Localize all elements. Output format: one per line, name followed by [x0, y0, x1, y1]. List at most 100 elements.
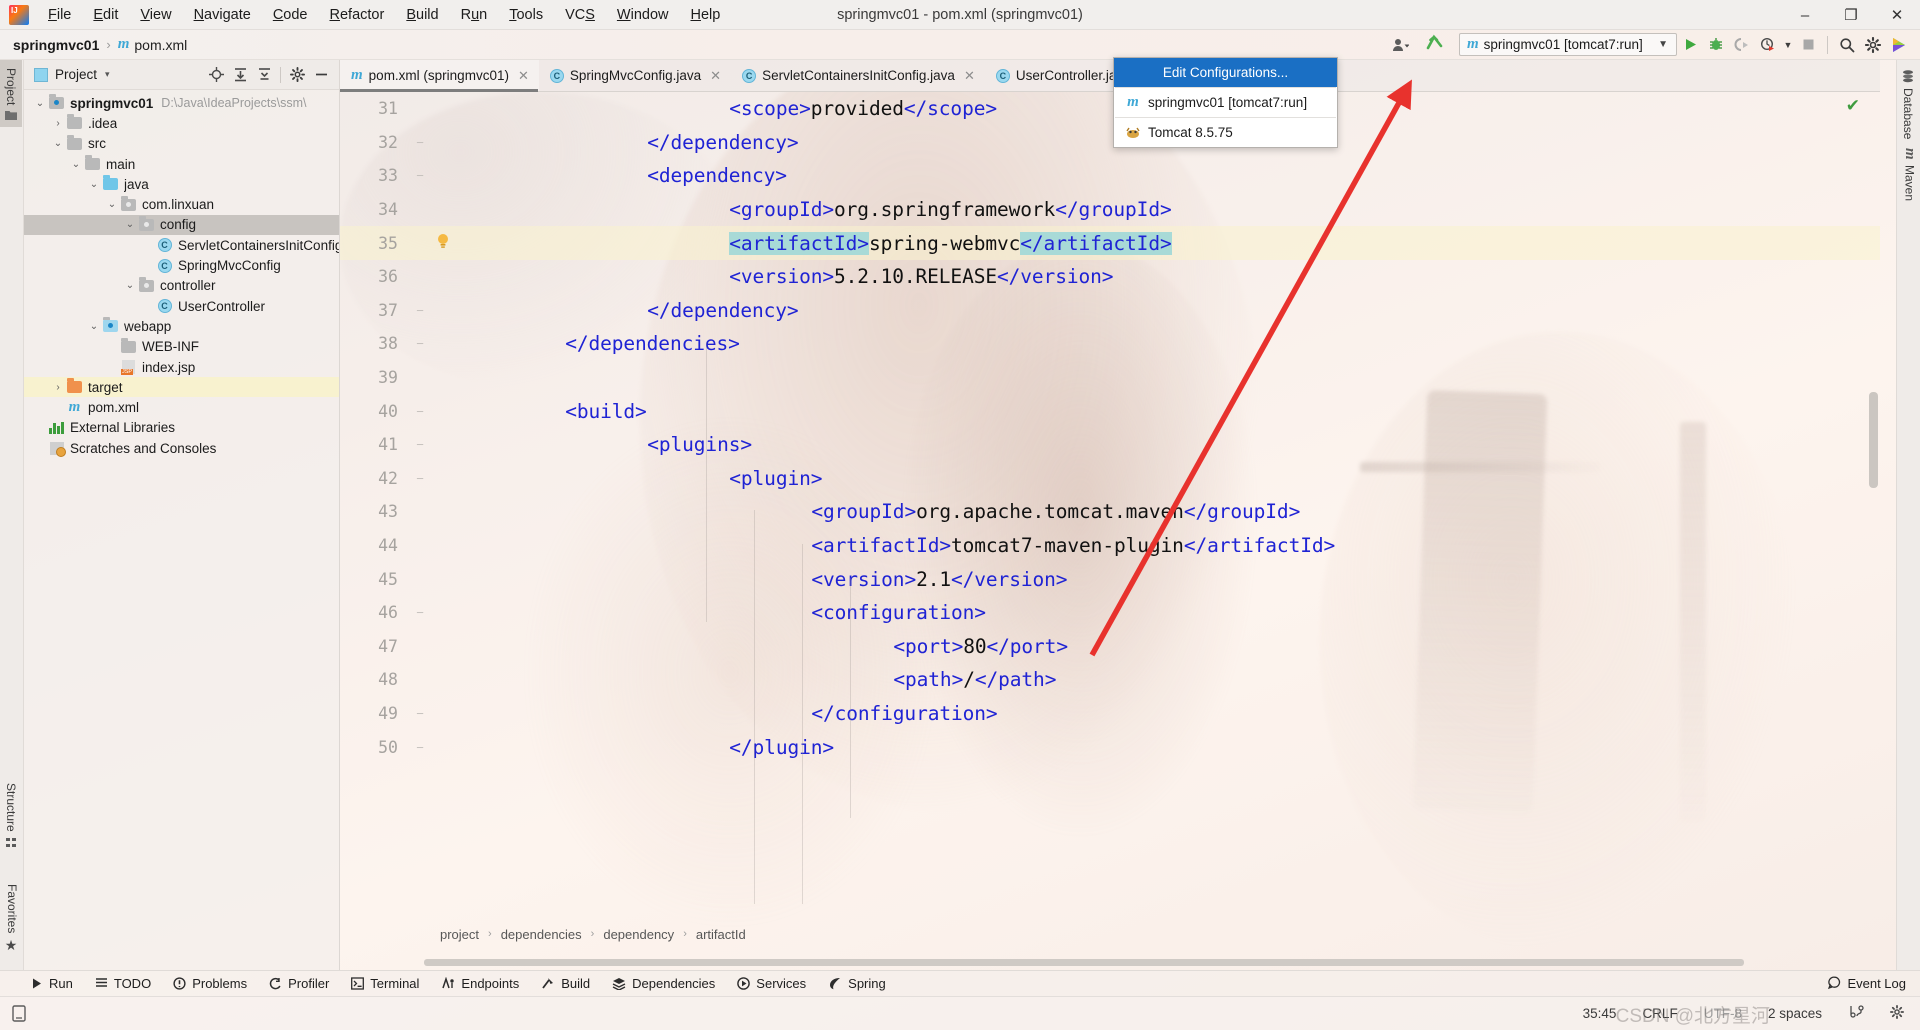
people-icon[interactable] — [1392, 37, 1409, 52]
editor-tab-pom-xml-springmvc01[interactable]: m pom.xml (springmvc01) ✕ — [340, 60, 539, 92]
code-fold-icon[interactable]: − — [412, 168, 428, 183]
code-line[interactable]: 34 <groupId>org.springframework</groupId> — [340, 193, 1880, 227]
code-fold-icon[interactable]: − — [412, 471, 428, 486]
code-line[interactable]: 41− <plugins> — [340, 428, 1880, 462]
chevron-down-icon[interactable]: ⌄ — [86, 179, 102, 190]
sidebar-item-structure[interactable]: Structure — [0, 777, 22, 854]
breadcrumb-item-dependency[interactable]: dependency — [603, 927, 674, 942]
tree-node-external-libraries[interactable]: External Libraries — [24, 418, 339, 438]
code-line[interactable]: 37− </dependency> — [340, 294, 1880, 328]
menu-vcs[interactable]: VCS — [554, 4, 606, 26]
code-fold-icon[interactable]: − — [412, 303, 428, 318]
menu-run[interactable]: Run — [450, 4, 499, 26]
bottom-tab-spring[interactable]: Spring — [828, 976, 886, 991]
code-line[interactable]: 32− </dependency> — [340, 126, 1880, 160]
editor-horizontal-scrollbar[interactable] — [424, 959, 1744, 966]
bottom-tab-problems[interactable]: Problems — [173, 976, 247, 991]
chevron-down-icon[interactable]: ⌄ — [122, 219, 138, 230]
caret-position[interactable]: 35:45 — [1583, 1006, 1617, 1021]
stop-icon[interactable] — [1795, 32, 1821, 58]
run-configuration-selector[interactable]: m springmvc01 [tomcat7:run] ▼ — [1459, 33, 1677, 56]
tree-node--idea[interactable]: › .idea — [24, 113, 339, 133]
code-line[interactable]: 31 <scope>provided</scope> — [340, 92, 1880, 126]
code-fold-icon[interactable]: − — [412, 740, 428, 755]
editor-breadcrumb[interactable]: project › dependencies › dependency › artifact… — [340, 922, 1880, 946]
editor-marker-strip[interactable] — [1866, 92, 1880, 904]
tree-node-controller[interactable]: ⌄ controller — [24, 276, 339, 296]
breadcrumb-item-artifactId[interactable]: artifactId — [696, 927, 746, 942]
minimize-button[interactable]: – — [1782, 0, 1828, 30]
menu-window[interactable]: Window — [606, 4, 680, 26]
tree-node-usercontroller[interactable]: C UserController — [24, 296, 339, 316]
chevron-down-icon[interactable]: ⌄ — [122, 280, 138, 291]
code-line[interactable]: 36 <version>5.2.10.RELEASE</version> — [340, 260, 1880, 294]
chevron-down-icon[interactable]: ⌄ — [32, 98, 48, 109]
bottom-tab-terminal[interactable]: Terminal — [351, 976, 419, 991]
tree-node-com-linxuan[interactable]: ⌄ com.linxuan — [24, 194, 339, 214]
breadcrumb-item-dependencies[interactable]: dependencies — [501, 927, 582, 942]
breadcrumb-item-project[interactable]: project — [440, 927, 479, 942]
menu-build[interactable]: Build — [395, 4, 449, 26]
chevron-down-icon[interactable]: ⌄ — [86, 321, 102, 332]
code-fold-icon[interactable]: − — [412, 706, 428, 721]
indent-setting[interactable]: 2 spaces — [1768, 1006, 1822, 1021]
editor-vertical-scrollbar[interactable] — [1869, 392, 1878, 488]
close-button[interactable]: ✕ — [1874, 0, 1920, 30]
run-with-coverage-icon[interactable] — [1729, 32, 1755, 58]
code-line[interactable]: 45 <version>2.1</version> — [340, 562, 1880, 596]
chevron-down-icon[interactable]: ⌄ — [68, 159, 84, 170]
memory-indicator-icon[interactable] — [12, 1005, 26, 1022]
code-fold-icon[interactable]: − — [412, 404, 428, 419]
project-tree[interactable]: ⌄ springmvc01 D:\Java\IdeaProjects\ssm\ › .i… — [24, 90, 339, 458]
sidebar-item-project[interactable]: Project — [0, 60, 22, 128]
code-editor[interactable]: 31 <scope>provided</scope> 32− </dependency… — [340, 92, 1880, 904]
tree-node-scratches-and-consoles[interactable]: Scratches and Consoles — [24, 438, 339, 458]
breadcrumb-file[interactable]: pom.xml — [134, 37, 187, 53]
code-line[interactable]: 38− </dependencies> — [340, 327, 1880, 361]
search-everywhere-icon[interactable] — [1834, 32, 1860, 58]
code-line[interactable]: 43 <groupId>org.apache.tomcat.maven</grou… — [340, 495, 1880, 529]
tree-node-target[interactable]: › target — [24, 377, 339, 398]
bottom-tab-build[interactable]: Build — [541, 976, 590, 991]
menu-edit[interactable]: Edit — [82, 4, 129, 26]
editor-tab-springmvcconfig-java[interactable]: C SpringMvcConfig.java ✕ — [539, 60, 731, 91]
chevron-down-icon[interactable]: ⌄ — [104, 199, 120, 210]
chevron-down-icon[interactable]: ▼ — [1654, 39, 1672, 50]
menu-code[interactable]: Code — [262, 4, 319, 26]
bottom-tab-run[interactable]: Run — [30, 976, 73, 991]
tree-node-servletcontainersinitconfig[interactable]: C ServletContainersInitConfig — [24, 235, 339, 255]
locate-icon[interactable] — [204, 63, 228, 87]
tree-node-webapp[interactable]: ⌄ webapp — [24, 316, 339, 336]
debug-icon[interactable] — [1703, 32, 1729, 58]
code-line[interactable]: 44 <artifactId>tomcat7-maven-plugin</arti… — [340, 529, 1880, 563]
hide-panel-icon[interactable] — [309, 63, 333, 87]
sidebar-item-favorites[interactable]: Favorites ★ — [0, 878, 24, 960]
chevron-down-icon[interactable]: ▾ — [105, 69, 110, 80]
sidebar-item-database[interactable]: Database — [1897, 60, 1919, 144]
intention-bulb-icon[interactable] — [436, 233, 452, 254]
code-line[interactable]: 47 <port>80</port> — [340, 630, 1880, 664]
gear-icon[interactable] — [285, 63, 309, 87]
run-configuration-dropdown-menu[interactable]: Edit Configurations... m springmvc01 [tomc… — [1113, 57, 1338, 148]
event-log-button[interactable]: Event Log — [1828, 976, 1906, 992]
chevron-right-icon[interactable]: › — [50, 382, 66, 393]
dropdown-item-edit-configurations[interactable]: Edit Configurations... — [1114, 58, 1337, 87]
code-line[interactable]: 40− <build> — [340, 394, 1880, 428]
menu-navigate[interactable]: Navigate — [183, 4, 262, 26]
editor-tab-servletcontainersinitconfig-java[interactable]: C ServletContainersInitConfig.java ✕ — [731, 60, 985, 91]
menu-help[interactable]: Help — [679, 4, 731, 26]
bottom-tab-todo[interactable]: TODO — [95, 976, 151, 991]
code-line[interactable]: 49− </configuration> — [340, 697, 1880, 731]
tree-node-springmvc01[interactable]: ⌄ springmvc01 D:\Java\IdeaProjects\ssm\ — [24, 93, 339, 113]
sidebar-item-maven[interactable]: m Maven — [1897, 144, 1920, 206]
tree-node-java[interactable]: ⌄ java — [24, 174, 339, 194]
dropdown-item-tomcat-8-5-75[interactable]: Tomcat 8.5.75 — [1114, 118, 1337, 147]
tree-node-web-inf[interactable]: WEB-INF — [24, 337, 339, 357]
menu-tools[interactable]: Tools — [498, 4, 554, 26]
run-icon[interactable] — [1677, 32, 1703, 58]
menu-refactor[interactable]: Refactor — [319, 4, 396, 26]
expand-all-icon[interactable] — [228, 63, 252, 87]
menu-view[interactable]: View — [129, 4, 182, 26]
breadcrumb-project[interactable]: springmvc01 — [13, 37, 99, 53]
tree-node-main[interactable]: ⌄ main — [24, 154, 339, 174]
